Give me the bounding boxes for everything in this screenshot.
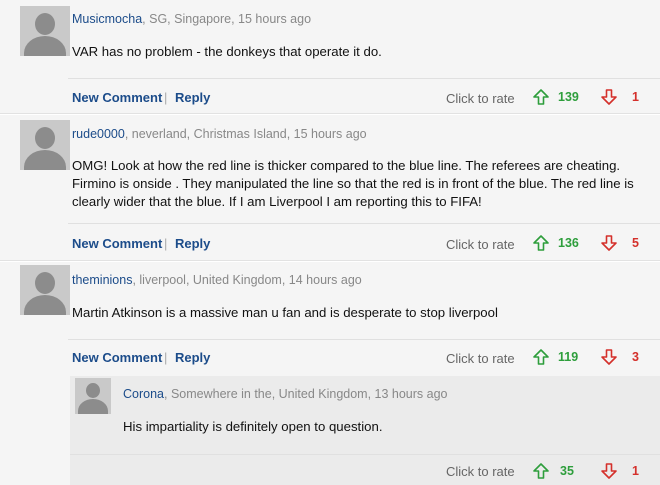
comment-text: His impartiality is definitely open to q… xyxy=(123,419,383,434)
arrow-up-icon[interactable] xyxy=(532,462,550,480)
comment-text: OMG! Look at how the red line is thicker… xyxy=(72,158,634,209)
downvote-count: 1 xyxy=(632,464,639,478)
comment-location-time: , Somewhere in the, United Kingdom, 13 h… xyxy=(164,387,448,401)
comment-meta: theminions, liverpool, United Kingdom, 1… xyxy=(72,273,362,287)
username-link[interactable]: Corona xyxy=(123,387,164,401)
comment-meta: rude0000, neverland, Christmas Island, 1… xyxy=(72,127,367,141)
downvote-count: 1 xyxy=(632,90,639,104)
comment-meta: Corona, Somewhere in the, United Kingdom… xyxy=(123,387,448,401)
comment: Musicmocha, SG, Singapore, 15 hours ago … xyxy=(0,0,660,114)
divider xyxy=(68,78,660,79)
new-comment-link[interactable]: New Comment xyxy=(72,350,162,365)
rate-label: Click to rate xyxy=(446,351,515,366)
downvote-count: 3 xyxy=(632,350,639,364)
reply-link[interactable]: Reply xyxy=(175,90,210,105)
divider xyxy=(70,454,660,455)
avatar xyxy=(20,120,70,170)
comment-location-time: , SG, Singapore, 15 hours ago xyxy=(142,12,312,26)
reply-link[interactable]: Reply xyxy=(175,350,210,365)
avatar xyxy=(20,6,70,56)
new-comment-link[interactable]: New Comment xyxy=(72,90,162,105)
avatar xyxy=(75,378,111,414)
rate-label: Click to rate xyxy=(446,464,515,479)
arrow-down-icon[interactable] xyxy=(600,462,618,480)
upvote-count: 119 xyxy=(558,350,579,364)
username-link[interactable]: theminions xyxy=(72,273,132,287)
divider xyxy=(68,339,660,340)
reply-comment: Corona, Somewhere in the, United Kingdom… xyxy=(70,376,660,485)
username-link[interactable]: rude0000 xyxy=(72,127,125,141)
rate-label: Click to rate xyxy=(446,91,515,106)
comment-meta: Musicmocha, SG, Singapore, 15 hours ago xyxy=(72,12,311,26)
arrow-up-icon[interactable] xyxy=(532,348,550,366)
upvote-count: 139 xyxy=(558,90,579,104)
arrow-down-icon[interactable] xyxy=(600,234,618,252)
username-link[interactable]: Musicmocha xyxy=(72,12,142,26)
rate-label: Click to rate xyxy=(446,237,515,252)
arrow-down-icon[interactable] xyxy=(600,88,618,106)
comment-text: VAR has no problem - the donkeys that op… xyxy=(72,44,382,59)
separator: | xyxy=(164,350,168,365)
comment-text: Martin Atkinson is a massive man u fan a… xyxy=(72,305,498,320)
comment-location-time: , liverpool, United Kingdom, 14 hours ag… xyxy=(132,273,362,287)
separator: | xyxy=(164,236,168,251)
divider xyxy=(68,223,660,224)
avatar xyxy=(20,265,70,315)
comment: rude0000, neverland, Christmas Island, 1… xyxy=(0,115,660,261)
downvote-count: 5 xyxy=(632,236,639,250)
upvote-count: 35 xyxy=(560,464,574,478)
arrow-up-icon[interactable] xyxy=(532,234,550,252)
upvote-count: 136 xyxy=(558,236,579,250)
arrow-down-icon[interactable] xyxy=(600,348,618,366)
comment-location-time: , neverland, Christmas Island, 15 hours … xyxy=(124,127,367,141)
reply-link[interactable]: Reply xyxy=(175,236,210,251)
separator: | xyxy=(164,90,168,105)
new-comment-link[interactable]: New Comment xyxy=(72,236,162,251)
arrow-up-icon[interactable] xyxy=(532,88,550,106)
